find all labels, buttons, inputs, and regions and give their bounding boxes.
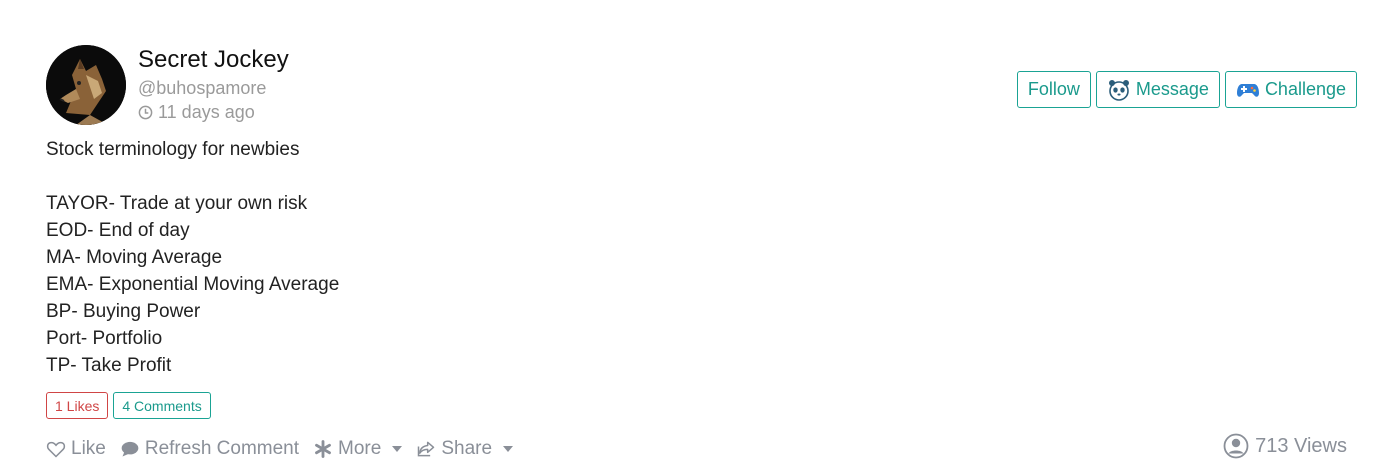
views-counter: 713 Views (1223, 433, 1347, 459)
post-line: MA- Moving Average (46, 247, 223, 268)
share-label: Share (441, 438, 493, 459)
author-name[interactable]: Secret Jockey (138, 46, 289, 74)
more-label: More (338, 438, 382, 459)
more-dropdown[interactable]: More (313, 438, 403, 460)
chevron-down-icon (503, 446, 514, 452)
refresh-comment-button[interactable]: Refresh Comment (120, 438, 299, 460)
post-badges: 1 Likes 4 Comments (46, 392, 211, 419)
wolf-avatar-icon (46, 45, 126, 125)
challenge-button[interactable]: Challenge (1224, 71, 1357, 108)
post-line: EOD- End of day (46, 220, 190, 241)
clock-icon (138, 105, 153, 120)
post-body: Stock terminology for newbies TAYOR- Tra… (46, 136, 339, 379)
likes-badge[interactable]: 1 Likes (46, 392, 109, 419)
post-time-label: 11 days ago (158, 102, 255, 122)
post-toolbar: Like Refresh Comment More Share (46, 438, 514, 460)
share-dropdown[interactable]: Share (416, 438, 514, 460)
post-time: 11 days ago (138, 102, 255, 123)
like-button[interactable]: Like (46, 438, 106, 460)
profile-actions: Follow Message Challenge (1016, 71, 1357, 108)
refresh-comment-label: Refresh Comment (144, 438, 300, 459)
post-line: TP- Take Profit (46, 355, 172, 376)
post-title: Stock terminology for newbies (46, 139, 300, 160)
chevron-down-icon (392, 446, 403, 452)
post-line: Port- Portfolio (46, 328, 163, 349)
challenge-button-label: Challenge (1264, 79, 1346, 99)
follow-button[interactable]: Follow (1016, 71, 1091, 108)
follow-button-label: Follow (1027, 79, 1080, 99)
share-icon (418, 441, 435, 457)
comments-badge[interactable]: 4 Comments (113, 392, 211, 419)
heart-icon (46, 441, 66, 458)
comment-icon (121, 441, 139, 457)
message-button[interactable]: Message (1095, 71, 1220, 108)
message-button-label: Message (1135, 79, 1209, 99)
views-count: 713 Views (1255, 434, 1347, 457)
post-line: TAYOR- Trade at your own risk (46, 193, 308, 214)
user-circle-icon (1223, 433, 1249, 459)
post-line: EMA- Exponential Moving Average (46, 274, 340, 295)
post-line: BP- Buying Power (46, 301, 201, 322)
avatar[interactable] (46, 45, 126, 125)
like-label: Like (71, 438, 106, 459)
panda-icon (1108, 79, 1129, 101)
gamepad-icon (1236, 83, 1259, 97)
author-handle: @buhospamore (138, 78, 267, 98)
asterisk-icon (315, 440, 331, 458)
